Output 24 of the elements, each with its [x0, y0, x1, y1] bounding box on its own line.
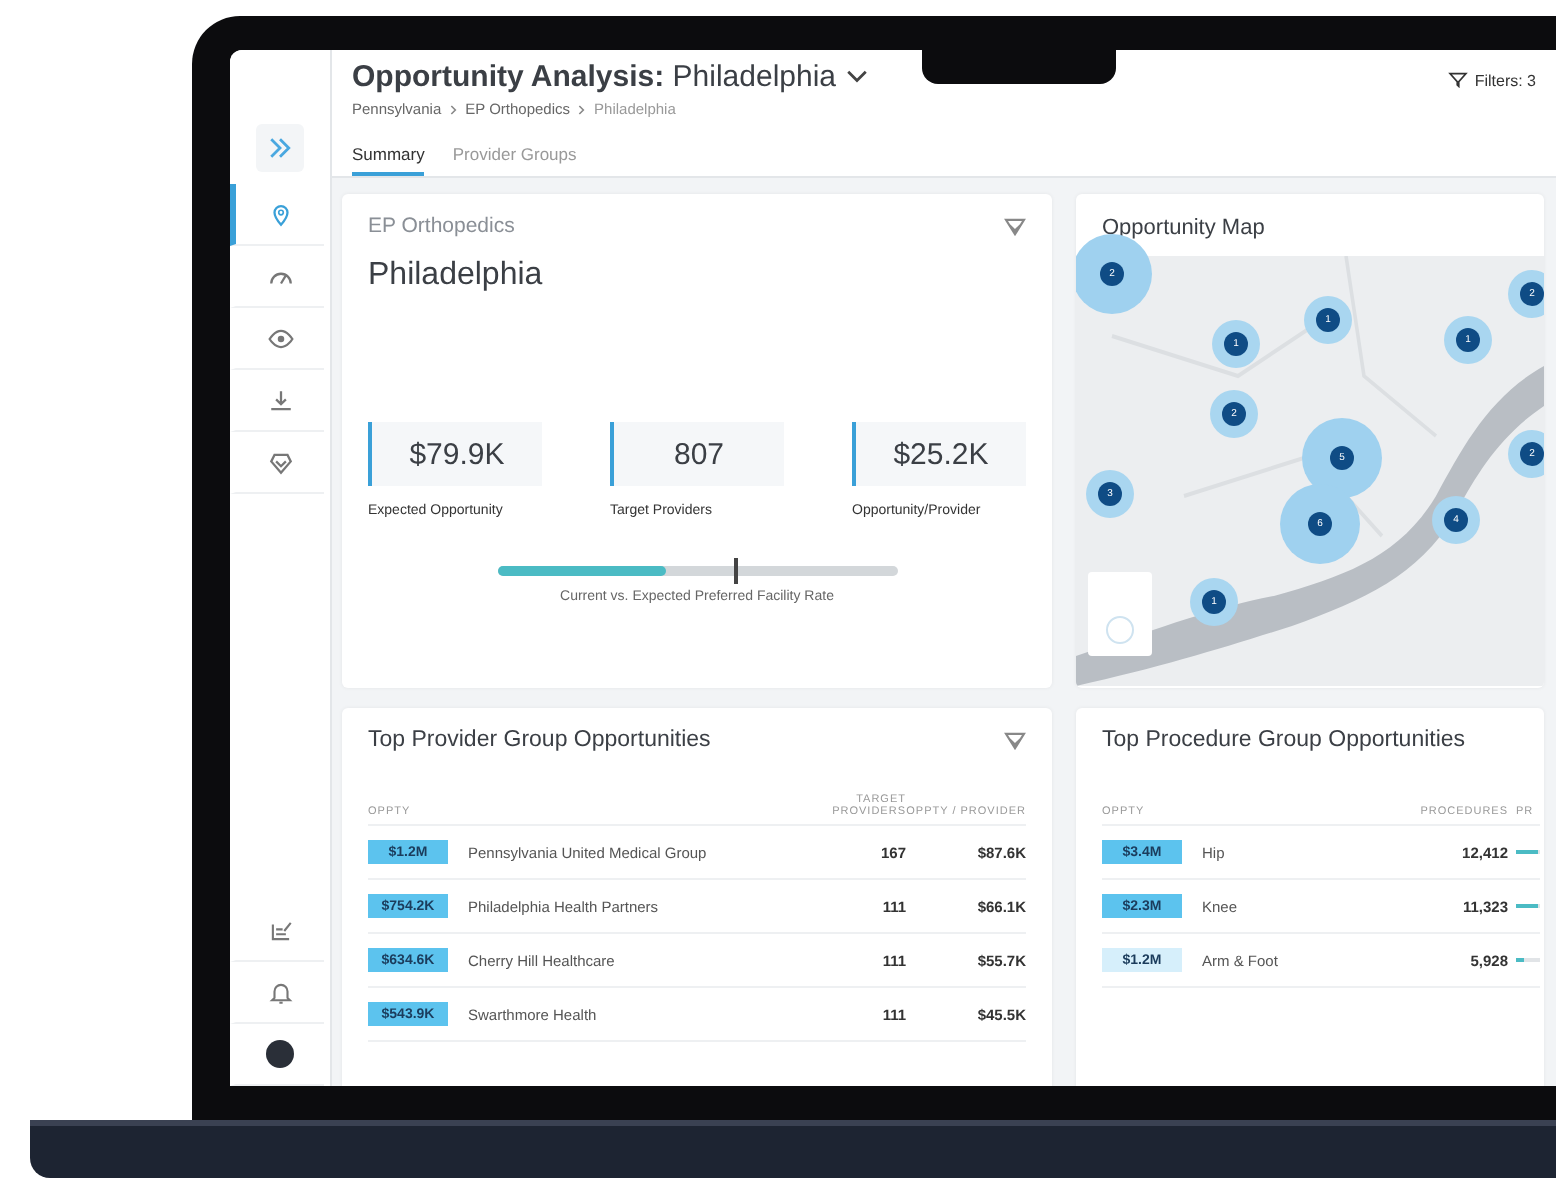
- list-edit-icon[interactable]: [267, 917, 293, 943]
- filter-icon: [1448, 72, 1469, 88]
- filters-button[interactable]: Filters: 3: [1448, 72, 1536, 96]
- avatar-icon[interactable]: [266, 1040, 294, 1068]
- card-subtitle: EP Orthopedics: [368, 214, 515, 238]
- chevron-icon[interactable]: [1004, 731, 1026, 749]
- chevron-icon[interactable]: [1004, 217, 1026, 235]
- card-title: Philadelphia: [368, 258, 545, 294]
- page-title: Opportunity Analysis: Philadelphia: [352, 60, 837, 94]
- card-title: Top Procedure Group Opportunities: [1102, 728, 1466, 752]
- metric-value: $25.2K: [852, 422, 1026, 486]
- chevron-right-icon: [449, 103, 458, 115]
- download-icon: [267, 387, 293, 413]
- eye-icon: [267, 325, 293, 351]
- tab[interactable]: Summary: [352, 144, 425, 176]
- card-title: Top Provider Group Opportunities: [368, 728, 711, 752]
- sidebar-item[interactable]: [230, 184, 324, 246]
- location-pin-icon: [267, 201, 293, 227]
- chevron-down-icon[interactable]: [846, 70, 869, 84]
- bell-icon[interactable]: [267, 979, 293, 1005]
- expand-icon[interactable]: [256, 124, 304, 172]
- chevron-right-icon: [578, 103, 587, 115]
- metric-value: 807: [610, 422, 784, 486]
- metric-value: $79.9K: [368, 422, 542, 486]
